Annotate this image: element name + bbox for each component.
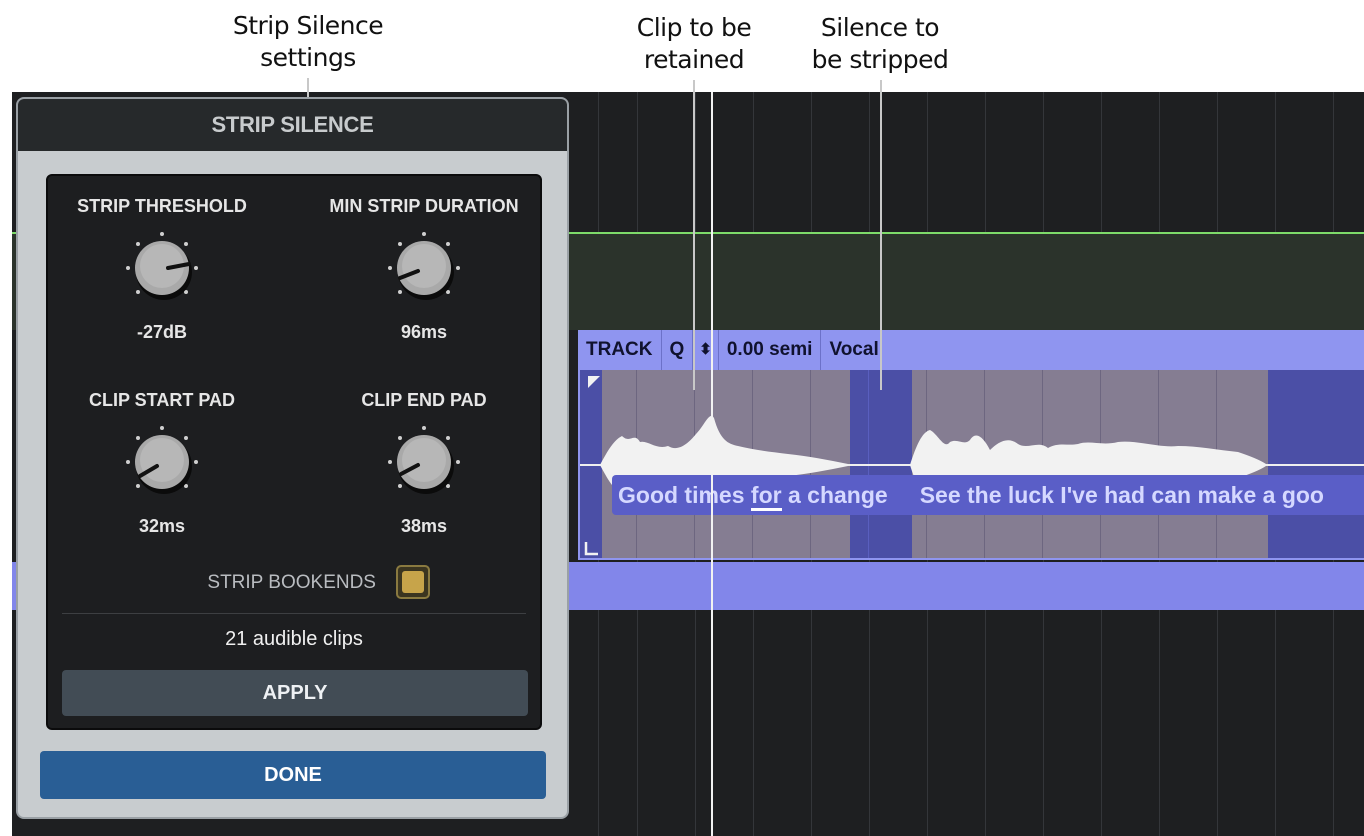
audible-clip-count: 21 audible clips <box>225 628 363 650</box>
done-button[interactable]: DONE <box>40 751 546 799</box>
apply-button[interactable]: APPLY <box>62 670 528 716</box>
min-strip-duration-value: 96ms <box>400 322 448 342</box>
clip-handle-icon[interactable]: ⬍ <box>693 330 719 370</box>
strip-bookends-label: STRIP BOOKENDS <box>207 572 376 593</box>
divider <box>62 613 526 614</box>
lyric-text: a change <box>781 482 888 508</box>
strip-bookends-checkbox[interactable] <box>396 565 430 599</box>
annotation-silence-stripped: Silence to be stripped <box>790 12 970 76</box>
annotation-clip-retained: Clip to be retained <box>604 12 784 76</box>
annotation-line: Silence to <box>820 13 940 42</box>
annotation-line: settings <box>260 43 356 72</box>
strip-silence-settings: STRIP THRESHOLD MIN STRIP DURATION CLIP … <box>46 174 542 730</box>
annotation-line: Clip to be <box>636 13 752 42</box>
clip-pitch-label[interactable]: 0.00 semi <box>719 330 822 370</box>
clip-waveform-area[interactable] <box>578 370 1364 560</box>
annotation-pointer <box>880 80 882 390</box>
clip-end-pad-value: 38ms <box>400 516 448 536</box>
playhead[interactable] <box>711 92 713 836</box>
clip-start-pad-knob[interactable] <box>120 420 204 504</box>
strip-threshold-value: -27dB <box>136 322 187 342</box>
knob-label-strip-threshold: STRIP THRESHOLD <box>77 196 247 216</box>
strip-threshold-knob[interactable] <box>120 226 204 310</box>
clip-name-label[interactable]: Vocal <box>821 330 886 370</box>
panel-title: STRIP SILENCE <box>18 99 567 151</box>
annotation-line: Strip Silence <box>232 11 384 40</box>
lyric-text: Good times <box>618 482 751 508</box>
annotation-line: be stripped <box>811 45 949 74</box>
lyric-selected-word[interactable]: for <box>750 482 782 511</box>
knob-label-clip-start-pad: CLIP START PAD <box>88 390 235 410</box>
lyric-phrase-1[interactable]: Good times for a change <box>612 482 888 511</box>
clip-start-pad-value: 32ms <box>138 516 186 536</box>
checkbox-checked-fill <box>402 571 424 593</box>
strip-silence-panel: STRIP SILENCE STRIP THRESHOLD MIN STRIP … <box>16 97 569 819</box>
clip-header[interactable]: TRACK Q ⬍ 0.00 semi Vocal <box>578 330 1364 370</box>
lyrics-region[interactable]: Good times for a change See the luck I've… <box>612 475 1364 515</box>
min-strip-duration-knob[interactable] <box>382 226 466 310</box>
knob-label-min-strip-duration: MIN STRIP DURATION <box>329 196 519 216</box>
knob-label-clip-end-pad: CLIP END PAD <box>361 390 487 410</box>
annotation-line: retained <box>643 45 745 74</box>
clip-quantize-label[interactable]: Q <box>662 330 694 370</box>
waveform <box>580 376 1364 556</box>
annotation-pointer <box>693 80 695 390</box>
clip-track-label[interactable]: TRACK <box>578 330 662 370</box>
annotation-strip-silence-settings: Strip Silence settings <box>208 10 408 74</box>
lyric-phrase-2[interactable]: See the luck I've had can make a goo <box>888 482 1324 508</box>
clip-end-pad-knob[interactable] <box>382 420 466 504</box>
vocal-clip[interactable]: TRACK Q ⬍ 0.00 semi Vocal <box>578 330 1364 562</box>
